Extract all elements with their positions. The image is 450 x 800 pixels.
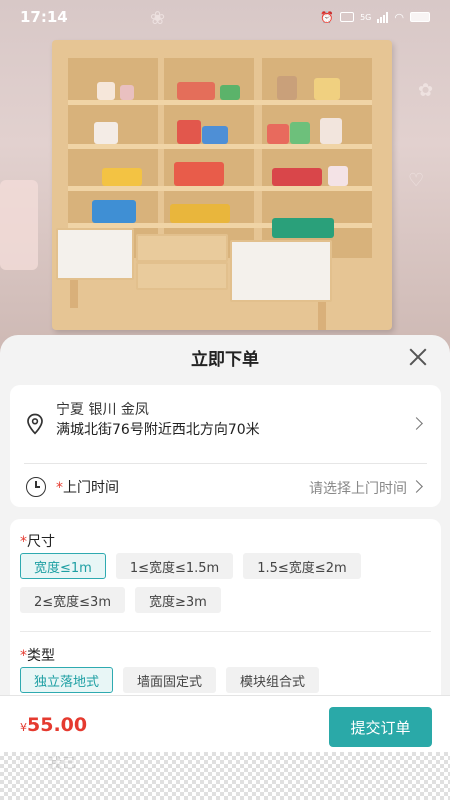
transparency-overlay [0, 752, 450, 800]
signal-icon [377, 11, 389, 23]
service-time-label: *上门时间 [56, 480, 119, 496]
product-photo: ❀ ✿ ♡ [0, 0, 450, 360]
chevron-right-icon [410, 417, 423, 430]
address-street: 满城北街76号附近西北方向70米 [56, 422, 260, 438]
total-price: ¥55.00 [20, 714, 87, 736]
type-chip[interactable]: 模块组合式 [226, 667, 320, 693]
location-pin-icon [27, 413, 43, 435]
wall-doodle-icon: ✿ [418, 80, 434, 101]
options-card: *尺寸 宽度≤1m 1≤宽度≤1.5m 1.5≤宽度≤2m 2≤宽度≤3m 宽度… [10, 519, 441, 709]
status-time: 17:14 [20, 8, 68, 26]
vibrate-icon [340, 12, 355, 22]
address-card: 宁夏 银川 金凤 满城北街76号附近西北方向70米 *上门时间 请选择上门时间 [10, 385, 441, 507]
size-chip[interactable]: 宽度≤1m [20, 553, 106, 579]
type-chip[interactable]: 独立落地式 [20, 667, 114, 693]
chevron-right-icon [410, 480, 423, 493]
type-options: 独立落地式 墙面固定式 模块组合式 [20, 667, 431, 693]
divider [20, 631, 431, 632]
size-chip[interactable]: 宽度≥3m [135, 587, 221, 613]
sheet-title: 立即下单 [191, 349, 259, 370]
size-title: *尺寸 [20, 534, 55, 550]
bookshelf-image [52, 40, 392, 330]
address-row[interactable]: 宁夏 银川 金凤 满城北街76号附近西北方向70米 [26, 399, 425, 443]
divider [24, 463, 427, 464]
wall-doodle-icon: ♡ [408, 170, 425, 191]
battery-icon [410, 12, 430, 22]
close-icon[interactable] [408, 347, 428, 367]
alarm-icon: ⏰ [320, 10, 335, 24]
size-chip[interactable]: 1.5≤宽度≤2m [243, 553, 361, 579]
price-value: 55.00 [27, 714, 88, 736]
sheet-header: 立即下单 [0, 335, 450, 379]
clock-icon [26, 477, 46, 497]
size-options: 宽度≤1m 1≤宽度≤1.5m 1.5≤宽度≤2m 2≤宽度≤3m 宽度≥3m [20, 553, 431, 613]
address-region: 宁夏 银川 金凤 [56, 402, 149, 418]
service-time-placeholder: 请选择上门时间 [309, 481, 407, 497]
type-title: *类型 [20, 648, 55, 664]
submit-order-button[interactable]: 提交订单 [329, 707, 432, 747]
type-chip[interactable]: 墙面固定式 [123, 667, 217, 693]
service-time-row[interactable]: *上门时间 请选择上门时间 [26, 473, 425, 501]
size-chip[interactable]: 2≤宽度≤3m [20, 587, 125, 613]
currency-symbol: ¥ [20, 721, 27, 734]
wifi-icon: ◠ [394, 10, 404, 24]
size-chip[interactable]: 1≤宽度≤1.5m [115, 553, 234, 579]
status-icons: ⏰ 5G ◠ [320, 11, 430, 24]
chair-decoration [0, 180, 38, 270]
network-label: 5G [360, 12, 372, 22]
status-bar: 17:14 ⏰ 5G ◠ [0, 0, 450, 34]
